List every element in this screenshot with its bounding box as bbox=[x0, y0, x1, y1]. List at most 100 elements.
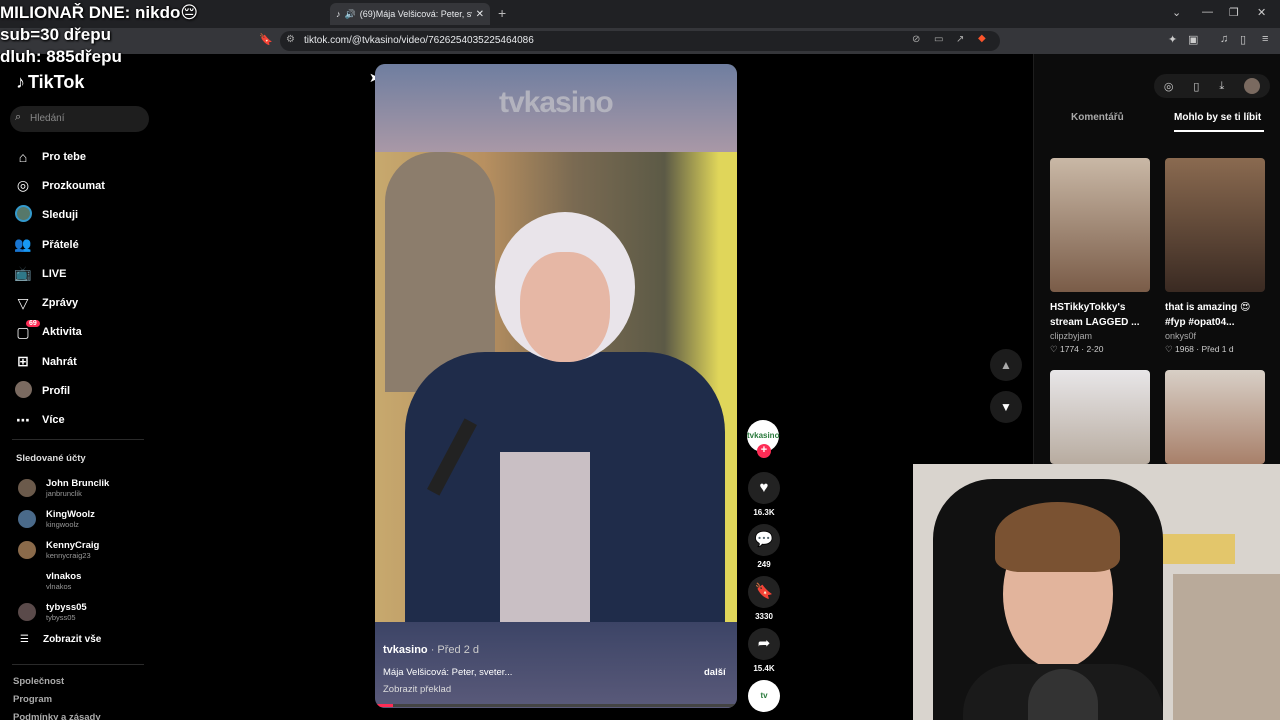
follow-plus-icon[interactable]: + bbox=[757, 444, 771, 458]
extensions-icon[interactable]: ✦ bbox=[1168, 33, 1177, 46]
avatar bbox=[18, 478, 36, 497]
nav-item-vice[interactable]: ⋯ Více bbox=[14, 406, 105, 435]
cast-icon[interactable]: ▭ bbox=[934, 34, 943, 45]
phone-icon[interactable]: ▯ bbox=[1193, 80, 1199, 93]
suggested-video-card[interactable] bbox=[1165, 370, 1265, 464]
sidebar-toggle-icon[interactable]: ▯ bbox=[1240, 33, 1246, 46]
brave-shield-icon[interactable]: ◆ bbox=[978, 33, 986, 44]
following-item[interactable]: KingWoolz kingwoolz bbox=[18, 503, 109, 534]
suggested-video-card[interactable]: that is amazing 😍 #fyp #opat04... onkys0… bbox=[1165, 158, 1265, 355]
tab-suggested[interactable]: Mohlo by se ti líbit bbox=[1174, 112, 1261, 123]
background-couch bbox=[1173, 574, 1280, 720]
url-field[interactable]: ⚙ tiktok.com/@tvkasino/video/76262540352… bbox=[280, 31, 1000, 51]
mute-icon[interactable]: ⊘ bbox=[912, 34, 920, 45]
compass-icon[interactable]: ◎ bbox=[1164, 80, 1174, 93]
nav-item-profil[interactable]: Profil bbox=[14, 376, 105, 405]
save-button[interactable]: 🔖 bbox=[748, 576, 780, 608]
card-date: 2-20 bbox=[1086, 344, 1104, 354]
following-item[interactable]: KennyCraig kennycraig23 bbox=[18, 534, 109, 565]
wallet-icon[interactable]: ▣ bbox=[1188, 33, 1198, 46]
comment-button[interactable]: 💬 bbox=[748, 524, 780, 556]
bookmark-icon: 🔖 bbox=[754, 583, 774, 600]
show-all-button[interactable]: ☰ Zobrazit vše bbox=[20, 634, 101, 645]
bookmark-icon[interactable]: 🔖 bbox=[259, 33, 273, 46]
music-icon[interactable]: ♫ bbox=[1220, 33, 1228, 45]
tab-comments[interactable]: Komentářů bbox=[1071, 112, 1124, 123]
minimize-icon[interactable]: — bbox=[1202, 6, 1213, 18]
card-title: that is amazing 😍 #fyp #opat04... bbox=[1165, 302, 1251, 328]
nav-item-pratele[interactable]: 👥 Přátelé bbox=[14, 230, 105, 259]
nav-item-pro-tebe[interactable]: ⌂ Pro tebe bbox=[14, 142, 105, 171]
nav-item-nahrat[interactable]: ⊞ Nahrát bbox=[14, 347, 105, 376]
more-icon: ⋯ bbox=[16, 411, 30, 428]
video-player[interactable]: tvkasino tvkasino · Před 2 d Mája Velšic… bbox=[375, 64, 737, 708]
suggested-video-card[interactable]: HSTikkyTokky's stream LAGGED ... clipzby… bbox=[1050, 158, 1150, 355]
maximize-icon[interactable]: ❐ bbox=[1229, 6, 1239, 19]
share-icon[interactable]: ↗ bbox=[956, 34, 964, 45]
suggested-video-card[interactable] bbox=[1050, 370, 1150, 464]
following-handle: janbrunclik bbox=[46, 488, 82, 498]
new-tab-icon[interactable]: + bbox=[498, 5, 506, 21]
following-item[interactable]: vlnakos vlnakos bbox=[18, 565, 109, 596]
tiktok-logo[interactable]: ♪ TikTok bbox=[16, 72, 84, 93]
nav-item-sleduji[interactable]: Sleduji bbox=[14, 201, 105, 230]
more-button[interactable]: další bbox=[704, 667, 726, 678]
creator-avatar[interactable]: tvkasino + bbox=[747, 420, 779, 458]
close-window-icon[interactable]: ✕ bbox=[1257, 6, 1266, 19]
nav-item-aktivita[interactable]: ▢ 69 Aktivita bbox=[14, 318, 105, 347]
list-icon: ☰ bbox=[20, 634, 29, 645]
nav-item-live[interactable]: 📺 LIVE bbox=[14, 259, 105, 288]
following-handle: vlnakos bbox=[46, 581, 72, 591]
show-all-label: Zobrazit vše bbox=[42, 634, 102, 645]
nav-label: Přátelé bbox=[42, 238, 79, 251]
share-button[interactable]: ➦ bbox=[748, 628, 780, 660]
nav-label: Sleduji bbox=[42, 209, 79, 222]
tab-list-icon[interactable]: ⌄ bbox=[1172, 6, 1181, 19]
tab-close-icon[interactable]: ✕ bbox=[476, 9, 484, 20]
video-description: Mája Velšicová: Peter, sveter... bbox=[383, 667, 513, 678]
menu-icon[interactable]: ≡ bbox=[1262, 33, 1268, 45]
previous-video-button[interactable]: ▲ bbox=[990, 349, 1022, 381]
video-frame bbox=[375, 152, 737, 642]
following-name: KennyCraig bbox=[46, 539, 100, 551]
translate-link[interactable]: Zobrazit překlad bbox=[383, 684, 451, 695]
nav-item-prozkoumat[interactable]: ◎ Prozkoumat bbox=[14, 171, 105, 200]
streamer-hair bbox=[995, 502, 1120, 572]
avatar bbox=[18, 602, 36, 621]
chevron-down-icon: ▼ bbox=[1000, 400, 1012, 414]
divider bbox=[12, 664, 144, 665]
logo-text: TikTok bbox=[28, 72, 85, 92]
audio-icon[interactable]: 🔊 bbox=[345, 9, 356, 20]
video-author[interactable]: tvkasino · Před 2 d bbox=[383, 644, 479, 656]
heart-outline-icon: ♡ bbox=[1165, 344, 1173, 354]
download-icon[interactable]: ⤓ bbox=[1219, 80, 1224, 93]
like-button[interactable]: ♥ bbox=[748, 472, 780, 504]
video-watermark: tvkasino bbox=[499, 86, 614, 120]
following-item[interactable]: tybyss05 tybyss05 bbox=[18, 596, 109, 627]
card-title: HSTikkyTokky's stream LAGGED ... bbox=[1050, 302, 1140, 328]
author-name: tvkasino bbox=[383, 644, 428, 656]
footer-link-company[interactable]: Společnost bbox=[13, 676, 64, 687]
progress-fill bbox=[375, 704, 394, 707]
card-likes: 1774 bbox=[1060, 344, 1079, 354]
avatar[interactable] bbox=[1244, 78, 1261, 94]
footer-link-terms[interactable]: Podmínky a zásady bbox=[13, 712, 101, 720]
nav-item-zpravy[interactable]: ▽ Zprávy bbox=[14, 288, 105, 317]
comment-icon: 💬 bbox=[754, 531, 774, 548]
video-thumbnail bbox=[1050, 370, 1150, 464]
next-video-button[interactable]: ▼ bbox=[990, 391, 1022, 423]
sound-disc-button[interactable]: tv bbox=[748, 680, 780, 712]
following-name: tybyss05 bbox=[46, 601, 87, 613]
share-count: 15.4K bbox=[753, 664, 775, 673]
video-progress-bar[interactable] bbox=[375, 704, 737, 707]
singer-face bbox=[520, 252, 610, 362]
browser-tab[interactable]: ♪ 🔊 (69)Mája Velšicová: Peter, sve ✕ bbox=[330, 3, 490, 25]
right-panel: ◎ ▯ ⤓ Komentářů Mohlo by se ti líbit HST… bbox=[1033, 54, 1280, 464]
site-info-icon[interactable]: ⚙ bbox=[286, 34, 295, 45]
footer-link-program[interactable]: Program bbox=[13, 694, 52, 705]
avatar bbox=[18, 540, 36, 559]
search-input[interactable]: ⌕ Hledání bbox=[10, 106, 149, 132]
active-tab-underline bbox=[1174, 130, 1264, 132]
following-item[interactable]: John Brunclik janbrunclik bbox=[18, 472, 109, 503]
overlay-line-1: MILIONAŘ DNE: nikdo😔 bbox=[0, 3, 199, 22]
